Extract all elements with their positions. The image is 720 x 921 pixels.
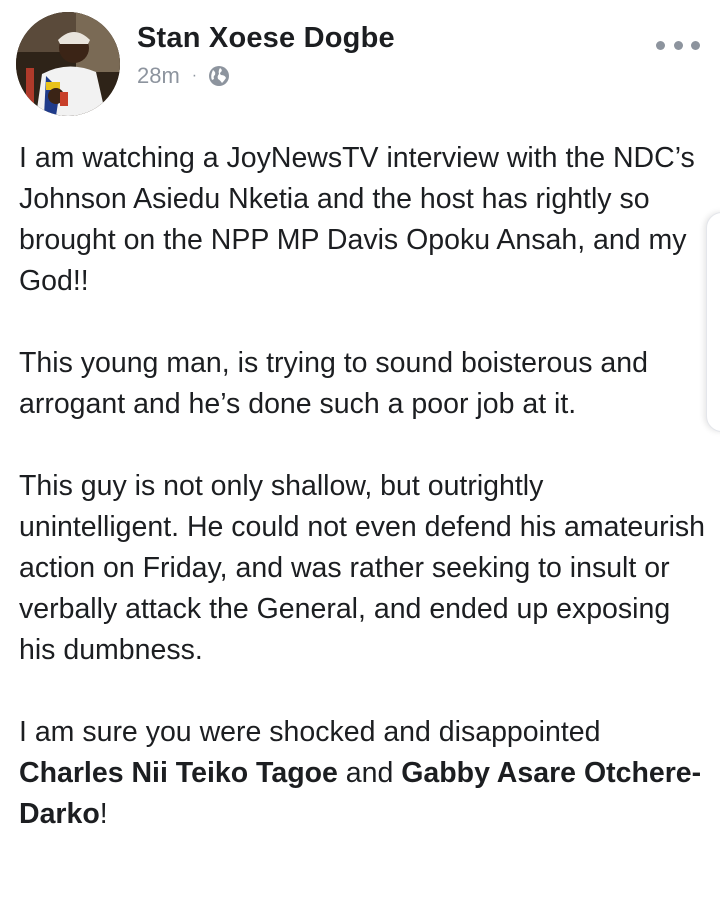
- more-dot: [673, 40, 683, 50]
- avatar-photo: [16, 12, 120, 116]
- mention-link[interactable]: Charles Nii Teiko Tagoe: [19, 757, 338, 789]
- post-meta: 28m ·: [137, 62, 231, 90]
- paragraph-text: !: [99, 798, 108, 830]
- edge-handle[interactable]: [706, 212, 720, 432]
- post-header: Stan Xoese Dogbe 28m ·: [0, 0, 720, 130]
- post-paragraph: I am watching a JoyNewsTV interview with…: [19, 142, 695, 297]
- author-name[interactable]: Stan Xoese Dogbe: [137, 22, 395, 55]
- meta-separator: ·: [191, 67, 198, 84]
- more-options-button[interactable]: [656, 34, 700, 56]
- paragraph-text: and: [337, 757, 402, 789]
- more-horizontal-icon: [656, 40, 665, 50]
- avatar[interactable]: [16, 12, 120, 116]
- more-dot: [691, 40, 700, 50]
- post-paragraph: This young man, is trying to sound boist…: [19, 347, 648, 420]
- post-paragraph: This guy is not only shallow, but outrig…: [19, 470, 706, 666]
- globe-icon: [209, 66, 230, 86]
- paragraph-text: I am sure you were shocked and disappoin…: [19, 716, 601, 748]
- post-timestamp[interactable]: 28m: [137, 63, 180, 89]
- post-paragraph-mentions: I am sure you were shocked and disappoin…: [19, 712, 709, 835]
- post-body: I am watching a JoyNewsTV interview with…: [19, 138, 709, 835]
